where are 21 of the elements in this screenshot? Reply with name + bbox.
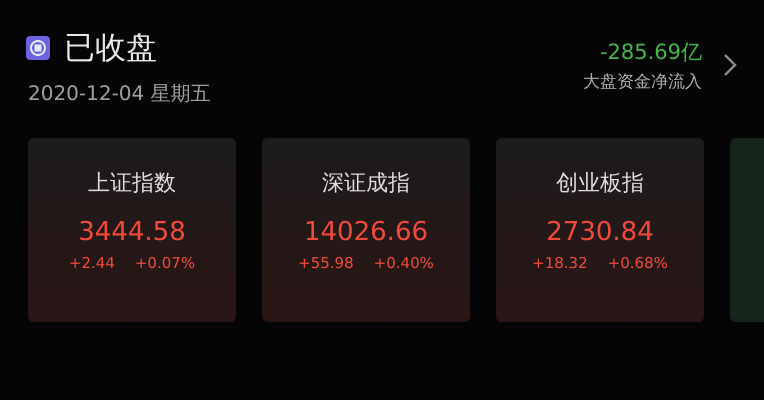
change-percent: +0.40% [374,254,434,272]
net-flow-label: 大盘资金净流入 [583,70,702,92]
index-value: 14026.66 [304,216,428,248]
change-value: +2.44 [68,254,115,272]
index-value: 2730.84 [546,216,654,248]
index-name: 上证指数 [88,170,176,198]
index-card[interactable]: 创业板指 2730.84 +18.32 +0.68% [496,138,704,322]
index-card[interactable]: 深证成指 14026.66 +55.98 +0.40% [262,138,470,322]
net-flow-value: -285.69亿 [600,38,702,66]
index-name: 创业板指 [556,170,644,198]
index-name: 深证成指 [322,170,410,198]
index-card[interactable]: 上证指数 3444.58 +2.44 +0.07% [28,138,236,322]
market-status: 已收盘 [64,29,157,68]
index-value: 3444.58 [78,216,186,248]
date-text: 2020-12-04 星期五 [28,80,211,107]
net-flow-link[interactable]: -285.69亿 大盘资金净流入 [583,30,738,100]
change-value: +55.98 [298,254,354,272]
chevron-right-icon [722,52,738,78]
change-percent: +0.68% [608,254,668,272]
change-percent: +0.07% [134,254,196,272]
change-value: +18.32 [532,254,588,272]
